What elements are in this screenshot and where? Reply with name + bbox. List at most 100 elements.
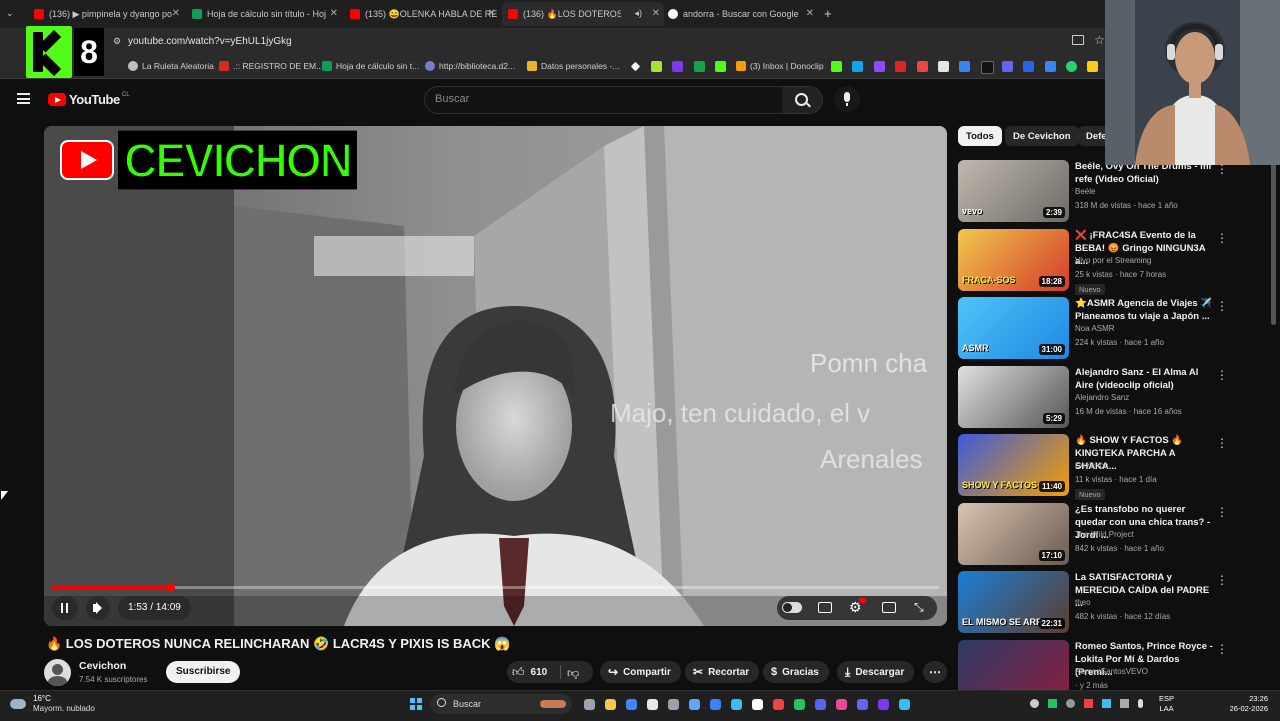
bookmark-star-icon[interactable]: ☆ — [1094, 33, 1105, 47]
bookmark-app-icon[interactable] — [651, 61, 662, 72]
clip-button[interactable]: ✂ Recortar — [685, 661, 760, 683]
bookmark-item[interactable]: (3) Inbox | Donoclip — [736, 61, 824, 71]
taskbar-app-icon[interactable] — [773, 699, 784, 710]
bookmark-item[interactable]: http://biblioteca.d2... — [425, 61, 515, 71]
taskbar-app-icon[interactable] — [647, 699, 658, 710]
browser-tab-3[interactable]: (135) 😄OLENKA HABLA DE RE ✕ — [346, 2, 500, 26]
video-thumbnail[interactable]: vevo 2:39 — [958, 160, 1069, 222]
taskbar-app-icon[interactable] — [794, 699, 805, 710]
recommendation-item[interactable]: FRACA-SOS 18:28 ❌ ¡FRAC4SA Evento de la BE… — [958, 228, 1258, 295]
recommendation-item[interactable]: EL MISMO SE ARR 22:31 La SATISFACTORIA y M… — [958, 571, 1258, 633]
more-vertical-icon[interactable]: ⋮ — [1216, 573, 1228, 587]
video-thumbnail[interactable]: 17:10 — [958, 502, 1069, 565]
chip-de-cevichon[interactable]: De Cevichon — [1005, 126, 1079, 146]
video-player[interactable]: CEVICHON Pomn cha Majo, ten cuidado, el … — [44, 126, 947, 626]
recommendation-channel[interactable]: The Wild Project — [1075, 530, 1134, 539]
video-thumbnail[interactable]: ASMR 31:00 — [958, 297, 1069, 359]
browser-tab-5[interactable]: andorra - Buscar con Google ✕ — [664, 2, 818, 26]
like-button[interactable]: 👍︎ 610 — [512, 664, 547, 680]
bookmark-item[interactable]: La Ruleta Aleatoria — [128, 61, 214, 71]
search-button[interactable] — [782, 86, 823, 114]
bookmark-twitch-icon[interactable] — [874, 61, 885, 72]
channel-avatar[interactable] — [44, 659, 71, 686]
page-scrollbar[interactable] — [1271, 150, 1276, 325]
site-info-icon[interactable]: ⚙ — [113, 36, 121, 47]
speaker-icon[interactable]: ◂) — [634, 8, 642, 19]
tray-icon[interactable] — [1030, 699, 1039, 708]
recommendation-item[interactable]: 5:29 Alejandro Sanz - El Alma Al Aire (vi… — [958, 365, 1258, 428]
voice-search-button[interactable] — [834, 86, 860, 112]
close-tab-icon[interactable]: ✕ — [330, 8, 338, 19]
bookmark-app-icon[interactable] — [672, 61, 683, 72]
taskbar-search[interactable]: Buscar — [430, 694, 572, 714]
hamburger-menu-icon[interactable] — [17, 93, 30, 104]
video-thumbnail[interactable]: SHOW Y FACTOS 11:40 — [958, 434, 1069, 496]
bookmark-app-icon[interactable] — [959, 61, 970, 72]
close-tab-icon[interactable]: ✕ — [806, 8, 814, 19]
new-tab-plus-icon[interactable]: + — [824, 6, 832, 21]
autoplay-toggle[interactable] — [782, 602, 802, 613]
close-tab-icon[interactable]: ✕ — [172, 8, 180, 19]
tray-lang[interactable]: ESP LAA — [1159, 694, 1174, 714]
more-vertical-icon[interactable]: ⋮ — [1216, 505, 1228, 519]
tray-clock[interactable]: 23:26 26-02-2026 — [1222, 694, 1268, 714]
browser-tab-4-active[interactable]: (136) 🔥LOS DOTEROS NU ◂) ✕ — [502, 2, 664, 26]
bookmark-app-icon[interactable] — [852, 61, 863, 72]
taskbar-app-icon[interactable] — [752, 699, 763, 710]
recommendation-item[interactable]: vevo 2:39 Beéle, Ovy On The Drums - mi ref… — [958, 160, 1258, 222]
cast-icon[interactable] — [1072, 35, 1084, 45]
bookmark-item[interactable]: .:: REGISTRO DE EM... — [219, 61, 323, 71]
bookmark-app-icon[interactable] — [917, 61, 928, 72]
progress-bar[interactable] — [52, 583, 939, 592]
taskbar-app-icon[interactable] — [626, 699, 637, 710]
taskbar-app-icon[interactable] — [731, 699, 742, 710]
recommendation-title[interactable]: ⭐ASMR Agencia de Viajes ✈️ Planeamos tu … — [1075, 297, 1215, 323]
taskbar-app-icon[interactable] — [584, 699, 595, 710]
download-button[interactable]: ⤓ Descargar — [837, 661, 915, 683]
more-vertical-icon[interactable]: ⋮ — [1216, 231, 1228, 245]
chip-todos[interactable]: Todos — [958, 126, 1002, 146]
browser-tab-2[interactable]: Hoja de cálculo sin título - Hoj ✕ — [188, 2, 342, 26]
taskbar-app-icon[interactable] — [710, 699, 721, 710]
close-tab-icon[interactable]: ✕ — [652, 8, 660, 19]
taskbar-app-icon[interactable] — [857, 699, 868, 710]
thanks-button[interactable]: $ Gracias — [763, 661, 829, 683]
search-input[interactable]: Buscar — [424, 86, 784, 114]
recommendation-channel[interactable]: Vivo por el Streaming — [1075, 256, 1151, 265]
microphone-icon[interactable] — [1138, 699, 1143, 708]
taskbar-app-icon[interactable] — [878, 699, 889, 710]
video-thumbnail[interactable]: FRACA-SOS 18:28 — [958, 228, 1069, 291]
taskbar-app-icon[interactable] — [668, 699, 679, 710]
tray-icon[interactable] — [1102, 699, 1111, 708]
tray-icon[interactable] — [1120, 699, 1129, 708]
close-tab-icon[interactable]: ✕ — [488, 8, 496, 19]
taskbar-app-icon[interactable] — [815, 699, 826, 710]
tab-list-chevron-icon[interactable]: ⌄ — [6, 8, 14, 19]
browser-tab-1[interactable]: (136) ▶ pimpinela y dyango po ✕ — [30, 2, 184, 26]
share-button[interactable]: ↪ Compartir — [600, 661, 681, 683]
bookmark-whatsapp-icon[interactable] — [1066, 61, 1077, 72]
bookmark-app-icon[interactable] — [1002, 61, 1013, 72]
tray-icon[interactable] — [1048, 699, 1057, 708]
recommendation-item[interactable]: 17:10 ¿Es transfobo no querer quedar con … — [958, 502, 1258, 565]
pause-button[interactable] — [52, 596, 78, 620]
dislike-button[interactable]: 👎︎ — [567, 664, 579, 682]
weather-widget[interactable]: 16°C Mayorm. nublado — [10, 694, 100, 716]
bookmark-app-icon[interactable] — [938, 61, 949, 72]
youtube-logo[interactable]: YouTube CL — [48, 92, 130, 107]
more-vertical-icon[interactable]: ⋮ — [1216, 436, 1228, 450]
fullscreen-icon[interactable]: ⤡ — [914, 600, 924, 615]
url-field[interactable]: youtube.com/watch?v=yEhUL1jyGkg — [128, 36, 292, 47]
recommendation-channel[interactable]: theo — [1075, 598, 1091, 607]
tray-icon[interactable] — [1066, 699, 1075, 708]
recommendation-item[interactable]: ASMR 31:00 ⭐ASMR Agencia de Viajes ✈️ Plan… — [958, 297, 1258, 359]
bookmark-app-icon[interactable] — [1087, 61, 1098, 72]
more-vertical-icon[interactable]: ⋮ — [1216, 368, 1228, 382]
recommendation-item[interactable]: SHOW Y FACTOS 11:40 🔥 SHOW Y FACTOS 🔥 KING… — [958, 434, 1258, 500]
subtitles-icon[interactable] — [818, 602, 832, 613]
windows-start-icon[interactable] — [410, 698, 422, 710]
bookmark-app-icon[interactable] — [895, 61, 906, 72]
taskbar-app-icon[interactable] — [689, 699, 700, 710]
more-actions-button[interactable]: ⋯ — [923, 661, 947, 683]
bookmark-kick-icon[interactable] — [715, 61, 726, 72]
